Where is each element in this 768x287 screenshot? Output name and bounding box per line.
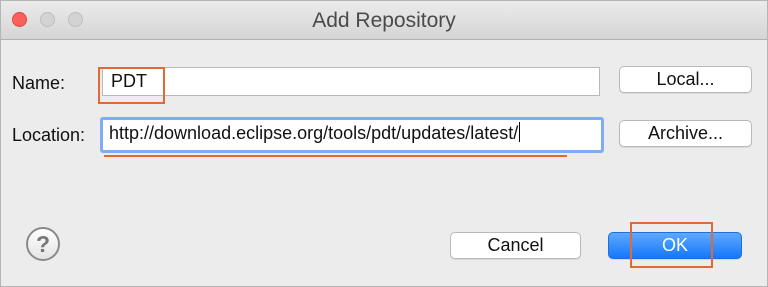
location-field-value: http://download.eclipse.org/tools/pdt/up… xyxy=(109,123,519,143)
location-field[interactable]: http://download.eclipse.org/tools/pdt/up… xyxy=(100,117,604,153)
cancel-button[interactable]: Cancel xyxy=(450,232,581,259)
text-caret xyxy=(519,122,521,142)
name-label: Name: xyxy=(12,73,66,93)
ok-button[interactable]: OK xyxy=(608,232,742,259)
add-repository-dialog: Add Repository Name: PDT Local... Locati… xyxy=(0,0,768,287)
title-bar: Add Repository xyxy=(1,1,767,40)
window-title: Add Repository xyxy=(312,9,456,32)
location-label: Location: xyxy=(12,125,86,145)
annotation-underline-location xyxy=(104,155,567,157)
local-button[interactable]: Local... xyxy=(619,66,752,93)
name-field-value: PDT xyxy=(111,71,147,91)
name-field[interactable]: PDT xyxy=(102,67,600,96)
help-button[interactable]: ? xyxy=(26,227,60,261)
archive-button[interactable]: Archive... xyxy=(619,120,752,147)
